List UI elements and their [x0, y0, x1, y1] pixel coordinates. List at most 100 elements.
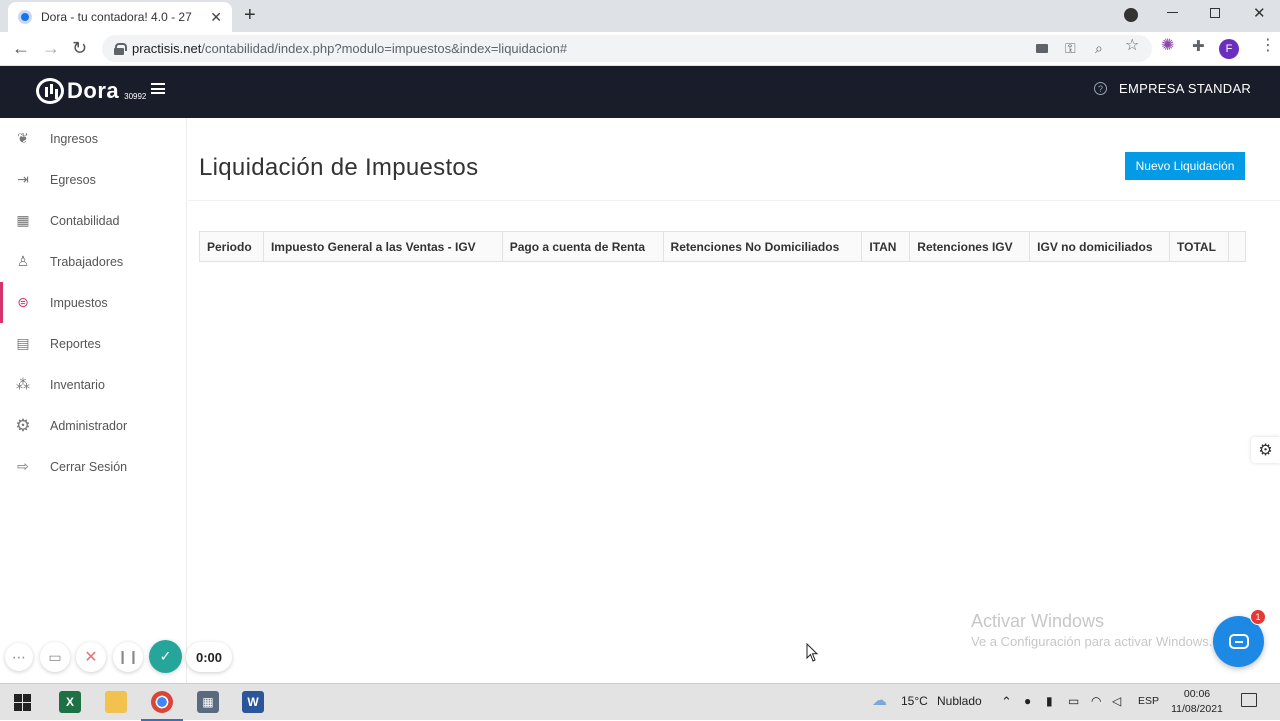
- sidebar-item-egresos[interactable]: ⇥ Egresos: [0, 159, 186, 200]
- chrome-app-icon[interactable]: [141, 691, 183, 721]
- profile-avatar[interactable]: F: [1219, 39, 1239, 59]
- key-icon[interactable]: ⚿: [1065, 40, 1076, 56]
- zoom-icon[interactable]: ⌕: [1095, 40, 1103, 56]
- profile-menu-icon[interactable]: [1124, 8, 1138, 22]
- logo-text: Dora: [67, 78, 120, 103]
- sidebar-item-ingresos[interactable]: ❦ Ingresos: [0, 118, 186, 159]
- tray-wifi-icon[interactable]: ◠: [1091, 694, 1101, 708]
- column-header-total[interactable]: TOTAL: [1169, 231, 1229, 262]
- clock-date: 11/08/2021: [1171, 703, 1223, 715]
- extension-flower-icon[interactable]: ✺: [1161, 38, 1174, 54]
- weather-condition[interactable]: Nublado: [937, 694, 982, 708]
- bookmark-star-icon[interactable]: ☆: [1125, 38, 1139, 54]
- company-name[interactable]: EMPRESA STANDAR: [1119, 81, 1251, 96]
- recorder-camera-icon[interactable]: ▭: [40, 642, 70, 672]
- column-header-pago-renta[interactable]: Pago a cuenta de Renta: [501, 231, 664, 262]
- logo-code: 30992: [124, 91, 147, 101]
- logout-icon: ⇨: [17, 458, 29, 474]
- dora-logo[interactable]: Dora 30992: [36, 78, 146, 104]
- tray-microphone-icon[interactable]: ●: [1024, 694, 1031, 708]
- page-title: Liquidación de Impuestos: [199, 154, 479, 181]
- recorder-pause-icon[interactable]: ❙❙: [113, 642, 143, 672]
- tray-chevron-up-icon[interactable]: ⌃: [1001, 694, 1012, 710]
- hamburger-menu-icon[interactable]: [151, 83, 165, 94]
- weather-cloud-icon[interactable]: ☁: [872, 691, 887, 709]
- sidebar-item-administrador[interactable]: ⚙ Administrador: [0, 405, 186, 446]
- recorder-more-icon[interactable]: ⋯: [5, 643, 33, 671]
- calculator-app-icon[interactable]: ▦: [197, 691, 219, 713]
- sidebar-item-trabajadores[interactable]: ♙ Trabajadores: [0, 241, 186, 282]
- weather-temperature[interactable]: 15°C: [901, 694, 928, 708]
- tax-liquidation-table: Periodo Impuesto General a las Ventas - …: [199, 231, 1247, 262]
- recorder-cancel-icon[interactable]: ✕: [76, 642, 106, 672]
- column-header-igv-no-domiciliados[interactable]: IGV no domiciliados: [1029, 231, 1171, 262]
- lock-icon: [114, 42, 127, 55]
- forward-arrow-icon[interactable]: →: [42, 38, 60, 58]
- sidebar-item-contabilidad[interactable]: ▦ Contabilidad: [0, 200, 186, 241]
- app-header: Dora 30992 ? EMPRESA STANDAR: [0, 66, 1280, 118]
- word-app-icon[interactable]: W: [242, 691, 264, 713]
- sidebar-item-label: Ingresos: [50, 131, 98, 146]
- workers-icon: ♙: [16, 253, 30, 269]
- column-header-igv[interactable]: Impuesto General a las Ventas - IGV: [262, 231, 503, 262]
- extensions-puzzle-icon[interactable]: ✚: [1192, 39, 1205, 55]
- sidebar-item-cerrar-sesion[interactable]: ⇨ Cerrar Sesión: [0, 446, 186, 487]
- restore-icon[interactable]: [1210, 8, 1220, 18]
- browser-menu-icon[interactable]: ⋮: [1260, 38, 1276, 54]
- column-header-itan[interactable]: ITAN: [861, 231, 911, 262]
- url-path: /contabilidad/index.php?modulo=impuestos…: [201, 41, 568, 56]
- chat-notification-badge: 1: [1250, 609, 1266, 625]
- column-header-retenciones-no-domiciliados[interactable]: Retenciones No Domiciliados: [662, 231, 863, 262]
- window-close-icon[interactable]: ✕: [1253, 4, 1266, 22]
- sidebar-item-label: Contabilidad: [50, 213, 120, 228]
- back-arrow-icon[interactable]: ←: [12, 38, 30, 58]
- minimize-icon[interactable]: [1167, 12, 1178, 13]
- tab-close-icon[interactable]: ✕: [210, 9, 222, 26]
- tray-mic-active-icon[interactable]: ▮: [1046, 694, 1053, 708]
- mouse-cursor-icon: [806, 643, 819, 662]
- sidebar-item-reportes[interactable]: ▤ Reportes: [0, 323, 186, 364]
- help-icon[interactable]: ?: [1094, 82, 1107, 95]
- browser-tab-bar: Dora - tu contadora! 4.0 - 27 ✕ + ✕: [0, 0, 1280, 32]
- sidebar-item-impuestos[interactable]: ⊜ Impuestos: [0, 282, 186, 323]
- url-host: practisis.net: [132, 41, 202, 56]
- address-bar[interactable]: practisis.net/contabilidad/index.php?mod…: [102, 35, 1152, 62]
- sidebar: ❦ Ingresos ⇥ Egresos ▦ Contabilidad ♙ Tr…: [0, 118, 187, 683]
- browser-tab[interactable]: Dora - tu contadora! 4.0 - 27 ✕: [8, 2, 232, 32]
- camera-icon[interactable]: [1036, 44, 1048, 53]
- inventory-icon: ⁂: [16, 376, 30, 392]
- cash-out-icon: ⇥: [17, 171, 29, 187]
- tray-battery-icon[interactable]: ▭: [1068, 694, 1079, 708]
- sidebar-item-label: Reportes: [50, 336, 101, 351]
- file-explorer-icon[interactable]: [105, 691, 127, 713]
- column-header-retenciones-igv[interactable]: Retenciones IGV: [909, 231, 1031, 262]
- new-tab-button[interactable]: +: [244, 5, 256, 25]
- calculator-icon: ▦: [16, 212, 30, 228]
- tray-language[interactable]: ESP: [1138, 695, 1159, 707]
- column-header-periodo[interactable]: Periodo: [199, 231, 264, 262]
- windows-taskbar: X ▦ W ☁ 15°C Nublado ⌃ ● ▮ ▭ ◠ ◁ ESP 00:…: [0, 683, 1280, 721]
- recorder-finish-icon[interactable]: ✓: [149, 640, 182, 673]
- site-favicon-icon: [18, 10, 32, 24]
- windows-start-icon[interactable]: [14, 694, 31, 711]
- sidebar-item-label: Cerrar Sesión: [50, 459, 128, 474]
- clock-time: 00:06: [1183, 688, 1211, 700]
- browser-toolbar: ← → ↻ practisis.net/contabilidad/index.p…: [0, 32, 1280, 66]
- settings-gear-icon[interactable]: ⚙: [1251, 437, 1280, 463]
- sidebar-item-label: Trabajadores: [50, 254, 124, 269]
- chat-icon: [1228, 634, 1249, 649]
- report-icon: ▤: [16, 335, 30, 351]
- reload-icon[interactable]: ↻: [72, 38, 87, 58]
- sidebar-item-label: Egresos: [50, 172, 96, 187]
- sidebar-item-inventario[interactable]: ⁂ Inventario: [0, 364, 186, 405]
- excel-app-icon[interactable]: X: [59, 691, 81, 713]
- taskbar-clock[interactable]: 00:06 11/08/2021: [1168, 687, 1226, 717]
- tray-volume-icon[interactable]: ◁: [1112, 694, 1121, 708]
- gear-icon: ⚙: [15, 415, 31, 435]
- table-header-row: Periodo Impuesto General a las Ventas - …: [199, 231, 1247, 262]
- column-header-actions: [1227, 231, 1247, 262]
- new-liquidation-button[interactable]: Nuevo Liquidación: [1125, 152, 1245, 180]
- activate-windows-title: Activar Windows: [971, 611, 1105, 631]
- notification-center-icon[interactable]: [1241, 693, 1257, 707]
- sidebar-item-label: Inventario: [50, 377, 105, 392]
